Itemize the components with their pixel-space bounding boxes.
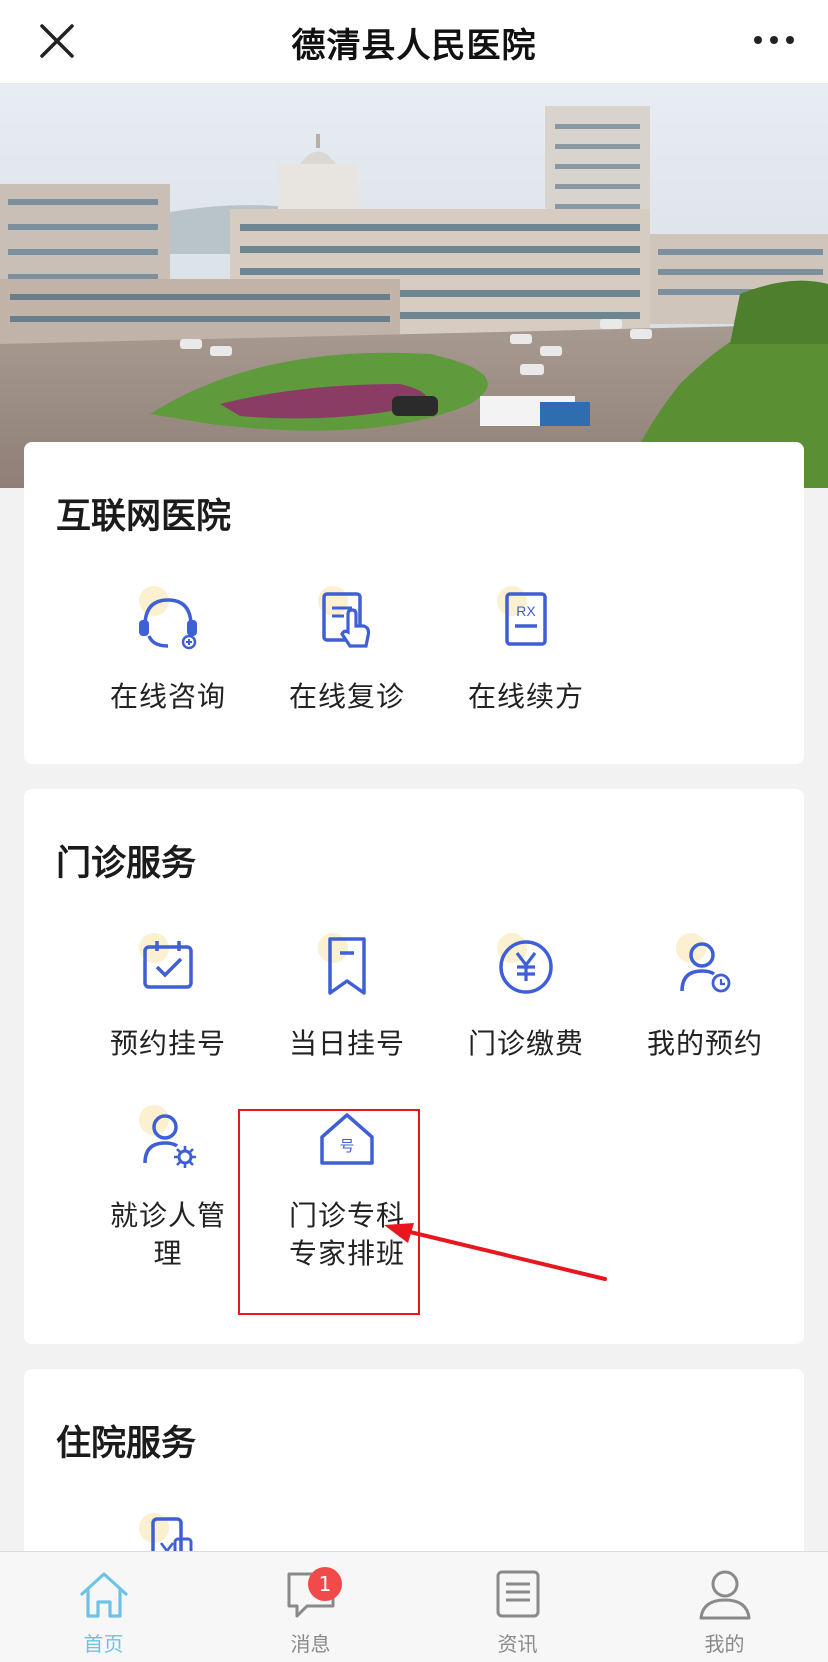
tab-label: 我的 [704,1632,745,1656]
item-label: 当日挂号 [288,1027,405,1060]
red-arrow-annotation [384,1223,607,1281]
online-consult-item[interactable]: 在线咨询 [78,582,258,716]
patient-management-item[interactable]: 就诊人管理 [78,1101,258,1273]
svg-text:RX: RX [516,603,536,619]
internet-hospital-card: 互联网医院 在线咨询 在线复诊 RX 在线续方 [24,442,804,764]
appointment-registration-item[interactable]: 预约挂号 [78,929,258,1063]
top-bar: 德清县人民医院 [0,0,828,84]
my-appointments-item[interactable]: 我的预约 [615,929,795,1063]
item-label: 门诊缴费 [467,1027,584,1060]
section-title: 住院服务 [56,1424,197,1464]
bottom-tab-bar: 首页 消息 资讯 我的 [0,1551,828,1662]
message-count-badge: 1 [308,1567,342,1601]
tab-label: 资讯 [497,1632,538,1656]
tab-news[interactable]: 资讯 [414,1552,621,1662]
news-icon [496,1570,539,1618]
online-prescription-item[interactable]: RX 在线续方 [436,582,616,716]
calendar-check-icon [129,929,207,1007]
home-icon [79,1572,128,1618]
hospital-banner-image [0,84,828,488]
user-icon [699,1570,750,1620]
prescription-rx-icon: RX [487,582,565,660]
page-title: 德清县人民医院 [291,26,537,66]
document-touch-icon [308,582,386,660]
user-clock-icon [666,929,744,1007]
yuan-coin-icon [487,929,565,1007]
section-title: 互联网医院 [56,497,232,537]
item-label: 在线复诊 [288,680,405,713]
item-label: 在线咨询 [109,680,226,713]
tab-label: 消息 [290,1632,331,1656]
more-icon[interactable] [750,28,798,52]
tab-messages[interactable]: 消息 [207,1552,414,1662]
outpatient-payment-item[interactable]: 门诊缴费 [436,929,616,1063]
item-label: 我的预约 [646,1027,763,1060]
item-label: 就诊人管理 [109,1199,226,1270]
item-label: 在线续方 [467,680,584,713]
same-day-registration-item[interactable]: 当日挂号 [257,929,437,1063]
bookmark-icon [308,929,386,1007]
tab-profile[interactable]: 我的 [621,1552,828,1662]
tab-home[interactable]: 首页 [0,1552,207,1662]
headset-icon [129,582,207,660]
user-gear-icon [129,1101,207,1179]
tab-label: 首页 [83,1632,124,1656]
online-revisit-item[interactable]: 在线复诊 [257,582,437,716]
section-title: 门诊服务 [56,844,197,884]
inpatient-card: 住院服务 [24,1369,804,1577]
item-label: 预约挂号 [109,1027,226,1060]
